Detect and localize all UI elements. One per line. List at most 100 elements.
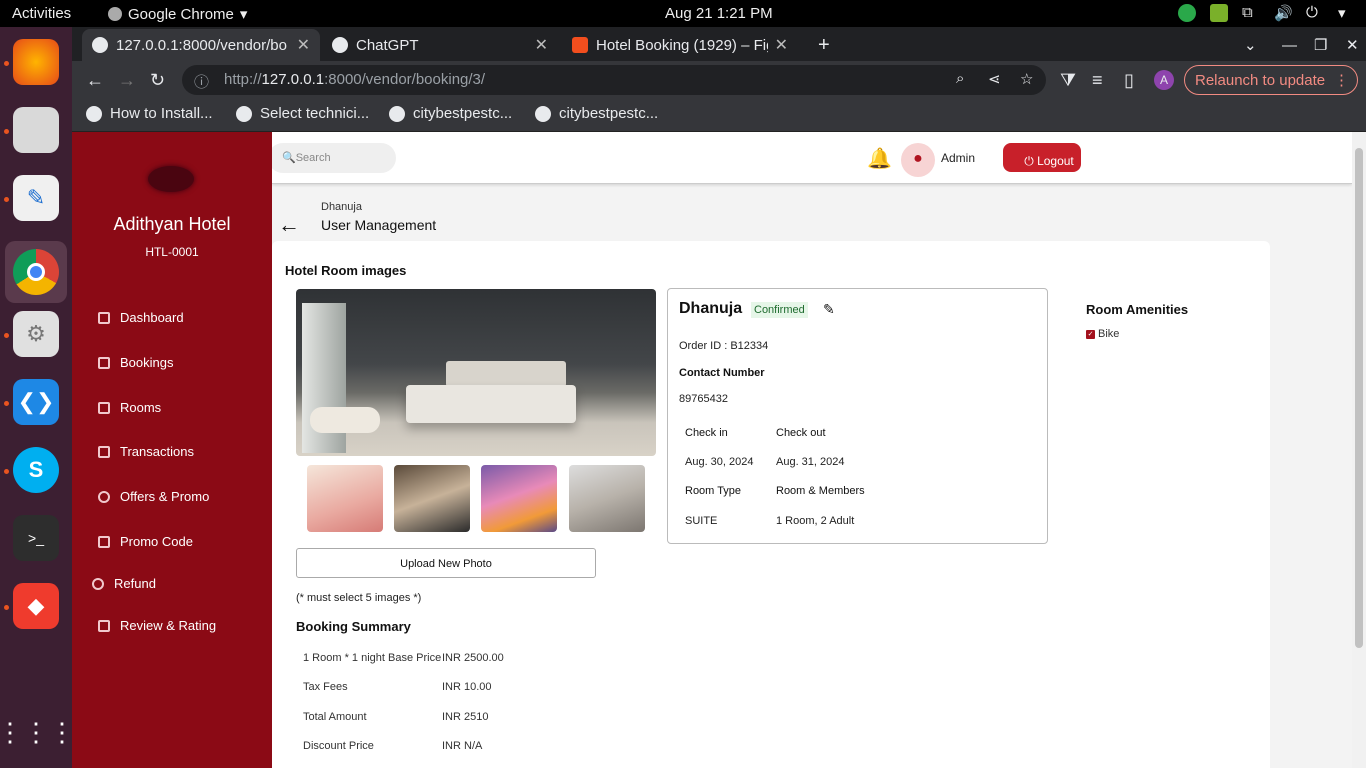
room-thumbnail[interactable]	[394, 465, 470, 532]
bookmark-item[interactable]: Select technici...	[236, 105, 369, 122]
checkin-label: Check in	[685, 427, 728, 439]
bookmark-item[interactable]: How to Install...	[86, 105, 213, 122]
more-icon[interactable]: ⋮	[1334, 71, 1349, 89]
upload-photo-button[interactable]: Upload New Photo	[296, 548, 596, 578]
url-scheme: http://	[224, 71, 262, 88]
share-icon[interactable]: ⋖	[988, 70, 1001, 88]
avatar[interactable]: ●	[901, 143, 935, 177]
dashboard-icon	[98, 311, 110, 324]
tab-figma[interactable]: Hotel Booking (1929) – Fig ✕	[562, 29, 798, 61]
skype-icon[interactable]: S	[13, 447, 59, 493]
close-icon[interactable]: ✕	[535, 35, 548, 55]
running-indicator	[4, 605, 9, 610]
room-thumbnail[interactable]	[569, 465, 645, 532]
chrome-icon[interactable]	[13, 249, 59, 295]
close-window-icon[interactable]: ✕	[1336, 29, 1366, 61]
url-path: :8000/vendor/booking/3/	[324, 71, 486, 88]
edit-icon[interactable]: ✎	[823, 301, 835, 318]
bell-icon[interactable]: 🔔	[867, 146, 892, 171]
bookmark-label: How to Install...	[110, 105, 213, 122]
close-icon[interactable]: ✕	[775, 35, 788, 55]
clock[interactable]: Aug 21 1:21 PM	[665, 5, 773, 22]
text-editor-icon[interactable]: ✎	[13, 175, 59, 221]
extensions-icon[interactable]: ⧩	[1060, 70, 1076, 91]
checkout-label: Check out	[776, 427, 826, 439]
system-tray[interactable]: ⧉ 🔊 ⏻ ▾	[1178, 4, 1356, 22]
sidebar-item-label: Rooms	[120, 400, 162, 415]
show-apps-icon[interactable]: ⋮⋮⋮	[0, 709, 75, 755]
app-menu[interactable]: Google Chrome ▾	[108, 5, 247, 23]
terminal-icon[interactable]: >_	[13, 515, 59, 561]
update-icon[interactable]	[1178, 4, 1196, 22]
info-icon[interactable]: ⓘ	[194, 71, 209, 92]
logout-button[interactable]: ⏻ Logout	[1003, 143, 1081, 172]
minimize-icon[interactable]: —	[1272, 29, 1307, 61]
relaunch-button[interactable]: Relaunch to update ⋮	[1184, 65, 1358, 95]
vscode-icon[interactable]: ❮❯	[13, 379, 59, 425]
sidebar-item-promo-code[interactable]: Promo Code	[98, 534, 193, 549]
sidebar-item-review[interactable]: Review & Rating	[98, 618, 216, 633]
side-panel-icon[interactable]: ▯	[1124, 70, 1134, 91]
reload-icon[interactable]: ↻	[150, 70, 165, 91]
sidebar-item-dashboard[interactable]: Dashboard	[98, 310, 184, 325]
figma-icon	[572, 37, 588, 53]
app-header: 🔍Search 🔔 ● Admin ⏻ Logout	[272, 132, 1352, 184]
url-host: 127.0.0.1	[261, 71, 325, 88]
forward-icon[interactable]: →	[118, 70, 136, 91]
amenity-checkbox[interactable]: ✓	[1086, 330, 1095, 339]
scrollbar-thumb[interactable]	[1355, 148, 1363, 648]
files-icon[interactable]	[13, 107, 59, 153]
sidebar-item-rooms[interactable]: Rooms	[98, 400, 161, 415]
calendar-icon	[98, 356, 110, 369]
refund-icon	[92, 577, 104, 590]
sidebar-item-bookings[interactable]: Bookings	[98, 355, 173, 370]
anydesk-icon[interactable]: ◆	[13, 583, 59, 629]
order-id: Order ID : B12334	[679, 340, 769, 352]
bookmark-label: citybestpestc...	[559, 105, 659, 122]
back-arrow-icon[interactable]: ←	[278, 212, 300, 238]
booking-card: Hotel Room images Upload New Photo (* mu…	[272, 241, 1270, 768]
chrome-icon	[108, 7, 122, 21]
scrollbar[interactable]	[1352, 132, 1366, 768]
room-thumbnail[interactable]	[307, 465, 383, 532]
sidebar-item-offers[interactable]: Offers & Promo	[98, 489, 209, 504]
bookmark-item[interactable]: citybestpestc...	[389, 105, 512, 122]
summary-value: INR 10.00	[442, 681, 492, 693]
sidebar-item-refund[interactable]: Refund	[92, 576, 156, 591]
zoom-icon[interactable]: ⌕	[956, 70, 964, 87]
maximize-icon[interactable]: ❐	[1304, 29, 1337, 61]
search-icon: 🔍	[282, 152, 296, 164]
tab-vendor-booking[interactable]: 127.0.0.1:8000/vendor/bo ✕	[82, 29, 320, 61]
tab-chatgpt[interactable]: ChatGPT ✕	[322, 29, 558, 61]
volume-icon[interactable]: 🔊	[1274, 4, 1293, 22]
breadcrumb-parent[interactable]: Dhanuja	[321, 201, 362, 213]
new-tab-button[interactable]: +	[808, 29, 840, 61]
tl-icon[interactable]	[1210, 4, 1228, 22]
activities-button[interactable]: Activities	[12, 5, 71, 22]
tab-label: 127.0.0.1:8000/vendor/bo	[116, 36, 287, 54]
globe-icon	[535, 105, 551, 122]
address-bar[interactable]: ⓘ http://127.0.0.1:8000/vendor/booking/3…	[182, 65, 1046, 95]
profile-avatar[interactable]: A	[1154, 70, 1174, 90]
chevron-down-icon[interactable]: ▾	[1338, 4, 1356, 22]
sidebar-item-label: Offers & Promo	[120, 489, 210, 504]
star-icon[interactable]: ☆	[1020, 70, 1033, 88]
sidebar-item-transactions[interactable]: Transactions	[98, 444, 194, 459]
network-icon[interactable]: ⧉	[1242, 4, 1260, 22]
back-icon[interactable]: ←	[86, 70, 104, 91]
main-room-image[interactable]	[296, 289, 656, 456]
tab-search-icon[interactable]: ⌄	[1234, 29, 1267, 61]
close-icon[interactable]: ✕	[297, 35, 310, 55]
settings-icon[interactable]: ⚙	[13, 311, 59, 357]
members-value: 1 Room, 2 Adult	[776, 515, 855, 527]
room-thumbnail[interactable]	[481, 465, 557, 532]
firefox-icon[interactable]	[13, 39, 59, 85]
running-indicator	[4, 401, 9, 406]
bookmark-item[interactable]: citybestpestc...	[535, 105, 658, 122]
media-icon[interactable]: ≡	[1092, 70, 1103, 91]
sofa-shape	[310, 407, 380, 433]
members-label: Room & Members	[776, 485, 865, 497]
power-icon[interactable]: ⏻	[1306, 4, 1324, 22]
search-input[interactable]: 🔍Search	[272, 143, 396, 173]
guest-name: Dhanuja	[679, 300, 743, 317]
